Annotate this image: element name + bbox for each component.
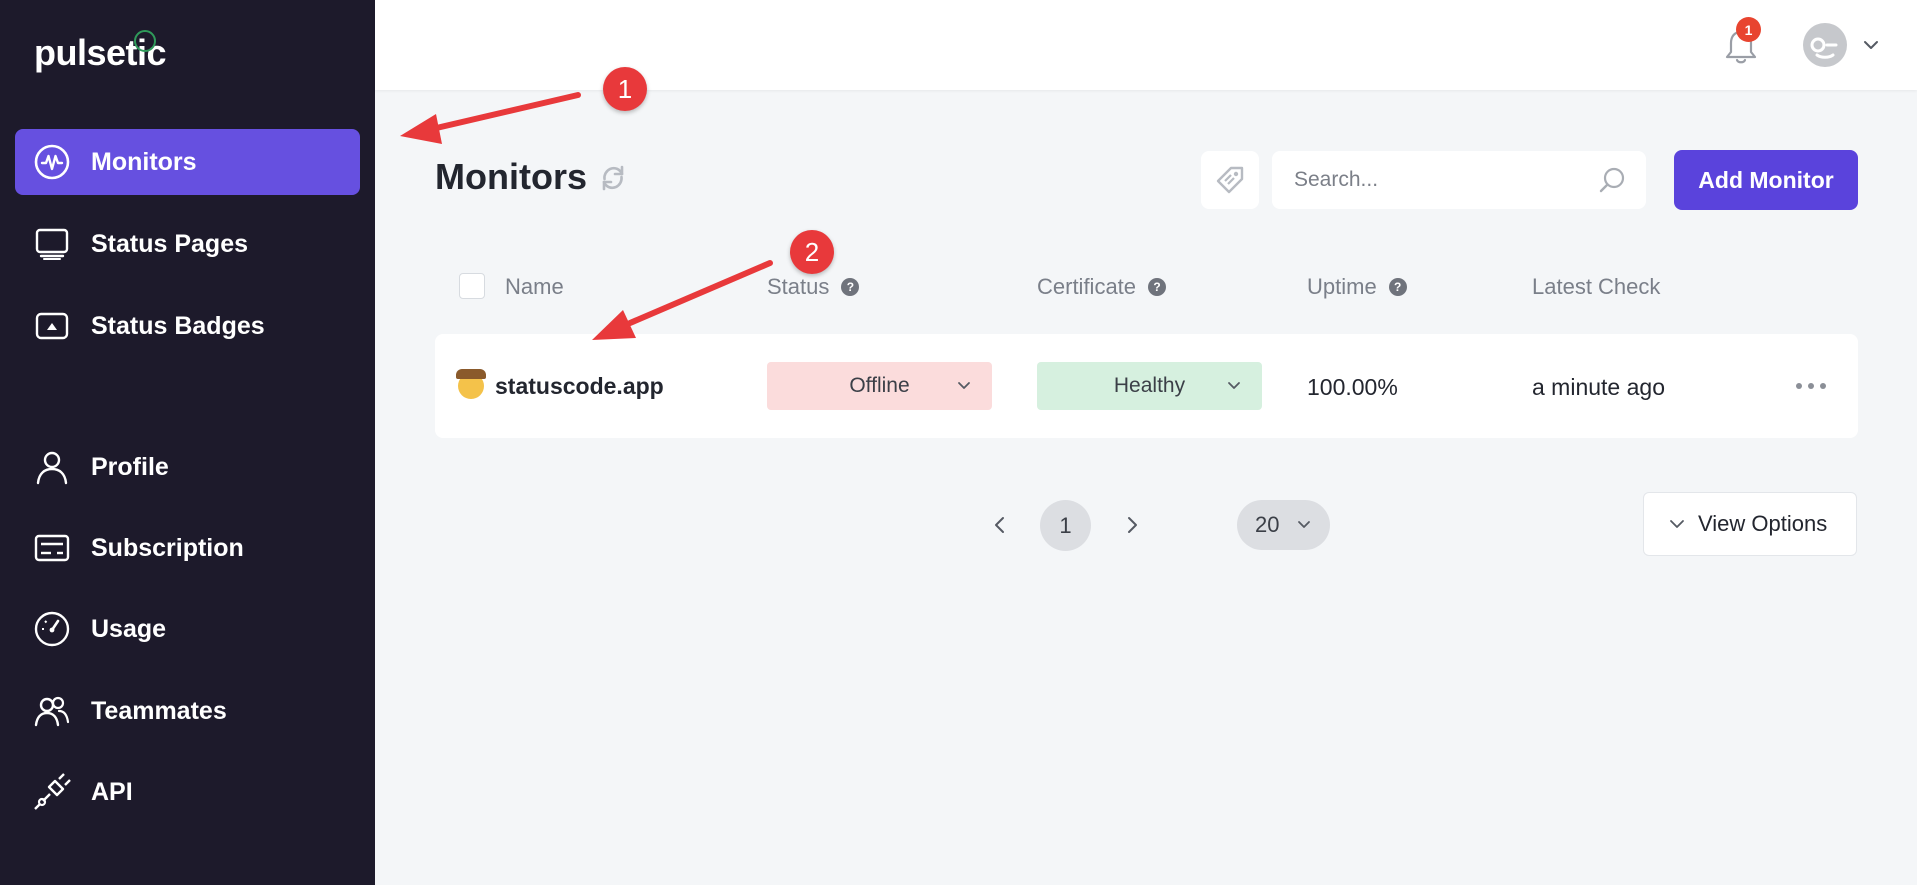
sidebar-item-status-pages[interactable]: Status Pages [15,211,360,277]
status-value: Offline [849,374,910,397]
pulse-icon [33,143,71,181]
tag-filter-button[interactable] [1201,151,1259,209]
plug-icon [33,773,71,811]
chevron-down-icon [1298,521,1310,528]
status-dropdown[interactable]: Offline [767,362,992,410]
page-number-current[interactable]: 1 [1040,500,1091,551]
chevron-right-icon[interactable] [1120,513,1144,537]
column-header-name[interactable]: Name [505,274,564,300]
chevron-down-icon [958,382,970,389]
column-header-certificate[interactable]: Certificate ? [1037,274,1167,300]
certificate-value: Healthy [1113,374,1186,397]
sidebar-item-label: Usage [91,614,167,643]
view-options-button[interactable]: View Options [1643,492,1857,556]
gauge-icon [33,610,71,648]
latest-check-value: a minute ago [1532,374,1665,400]
chevron-down-icon [1670,520,1684,528]
sidebar-item-label: Monitors [91,147,197,176]
sidebar-item-label: API [91,777,133,806]
per-page-select[interactable]: 20 [1237,500,1330,550]
help-icon[interactable]: ? [1388,278,1407,296]
refresh-icon[interactable] [598,163,628,193]
logo-pulse-icon [134,30,156,52]
annotation-arrow-2 [627,260,773,326]
monitor-name[interactable]: statuscode.app [495,373,664,400]
chevron-down-icon[interactable] [1862,36,1880,54]
sidebar-item-teammates[interactable]: Teammates [15,678,360,744]
uptime-value: 100.00% [1307,374,1398,400]
avatar[interactable] [1803,23,1847,67]
notification-badge: 1 [1736,17,1761,42]
sidebar-item-profile[interactable]: Profile [15,434,360,500]
cowboy-emoji-icon [456,369,486,399]
sidebar-item-label: Status Pages [91,229,249,258]
sidebar-item-label: Status Badges [91,311,265,340]
annotation-arrow-1 [429,92,581,132]
chevron-down-icon [1228,382,1240,389]
user-icon [33,448,71,486]
search-input[interactable] [1272,151,1646,209]
sidebar-item-monitors[interactable]: Monitors [15,129,360,195]
search-icon[interactable] [1598,166,1626,194]
badge-icon [33,307,71,345]
column-header-latest-check[interactable]: Latest Check [1532,274,1660,300]
column-header-uptime[interactable]: Uptime ? [1307,274,1407,300]
sidebar-item-label: Profile [91,452,169,481]
page-title: Monitors [435,156,587,197]
card-icon [33,529,71,567]
user-avatar-icon [1810,37,1838,59]
chevron-left-icon[interactable] [988,513,1012,537]
column-header-status[interactable]: Status ? [767,274,860,300]
help-icon[interactable]: ? [841,278,860,296]
search-box [1272,151,1646,209]
sidebar-item-label: Teammates [91,696,227,725]
users-icon [33,692,71,730]
sidebar-item-subscription[interactable]: Subscription [15,515,360,581]
sidebar-item-label: Subscription [91,533,244,562]
more-options-icon[interactable] [1796,376,1826,396]
annotation-arrowhead-1 [400,114,442,144]
add-monitor-button[interactable]: Add Monitor [1674,150,1858,210]
sidebar-item-usage[interactable]: Usage [15,596,360,662]
select-all-checkbox[interactable] [459,273,485,299]
annotation-badge-2: 2 [790,230,834,274]
certificate-dropdown[interactable]: Healthy [1037,362,1262,410]
help-icon[interactable]: ? [1148,278,1167,296]
annotation-badge-1: 1 [603,67,647,111]
monitor-icon [33,225,71,263]
tag-icon [1216,166,1244,194]
sidebar-item-api[interactable]: API [15,759,360,825]
sidebar-item-status-badges[interactable]: Status Badges [15,293,360,359]
sidebar: pulsetic Monitors Status Pages Status Ba… [0,0,375,885]
